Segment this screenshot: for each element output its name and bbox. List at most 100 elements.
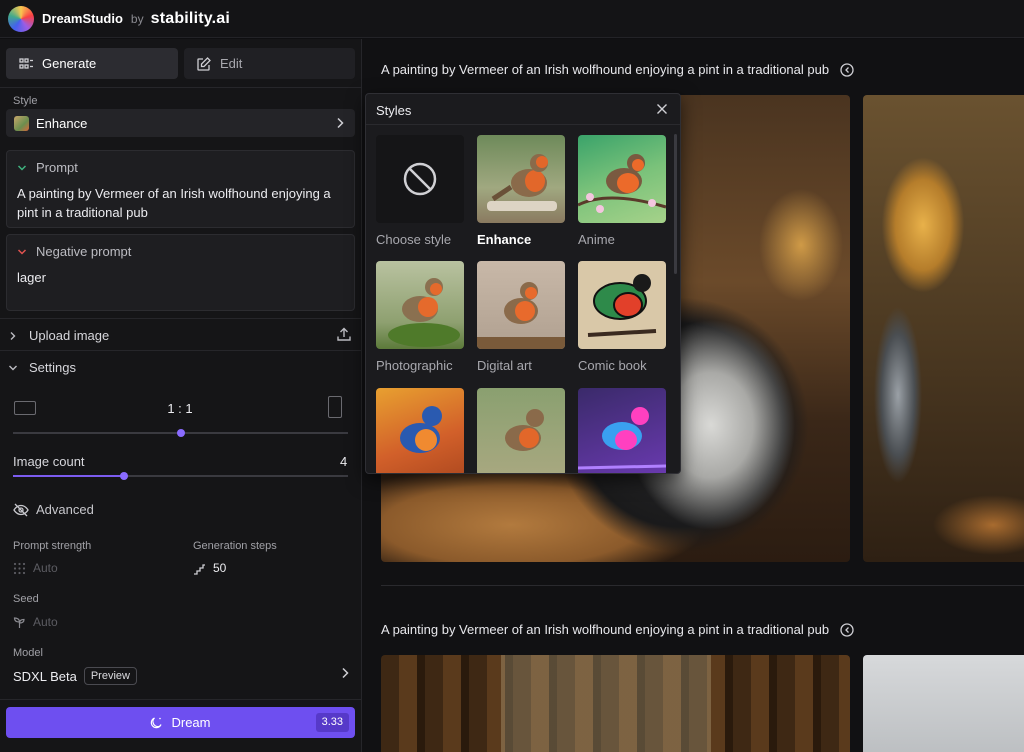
aspect-ratio-value: 1 : 1 [167,401,193,416]
robin-image [487,154,557,211]
prompt-box[interactable]: Prompt A painting by Vermeer of an Irish… [6,150,355,228]
model-selector[interactable]: SDXL Beta Preview [13,667,137,685]
prompt-label: Prompt [36,160,78,175]
style-selector[interactable]: Enhance [6,109,355,137]
moon-stars-icon [151,717,163,729]
prompt-strength-input[interactable]: Auto [13,561,58,575]
settings-header[interactable]: Settings [8,360,76,375]
style-option[interactable] [578,388,666,473]
sidebar: Generate Edit Style Enhance Prompt A pai… [0,39,362,752]
style-option-photographic[interactable] [376,261,464,349]
edit-tab[interactable]: Edit [184,48,355,79]
generation-steps-value: 50 [213,561,227,575]
style-option-label: Anime [578,232,615,247]
chevron-down-icon [17,164,27,171]
style-option-comic-book[interactable] [578,261,666,349]
image-count-slider-fill [13,475,124,477]
generation-prompt-text: A painting by Vermeer of an Irish wolfho… [381,62,830,77]
advanced-toggle[interactable]: Advanced [13,502,94,517]
prohibited-icon [403,162,437,196]
reuse-prompt-icon[interactable] [840,62,854,77]
generation-prompt-text: A painting by Vermeer of an Irish wolfho… [381,622,830,637]
negative-prompt-input[interactable]: lager [17,268,347,287]
grid-icon [19,57,33,69]
image-count-value: 4 [340,454,348,469]
style-option-label: Photographic [376,358,453,373]
divider [0,318,361,319]
styles-popup-header: Styles [366,94,680,125]
style-option-none[interactable] [376,135,464,223]
style-option-anime[interactable] [578,135,666,223]
prompt-header[interactable]: Prompt [17,160,78,175]
style-option-enhance[interactable] [477,135,565,223]
upload-image-row[interactable]: Upload image [8,328,109,343]
robin-image [388,278,460,347]
seed-input[interactable]: Auto [13,615,58,629]
styles-popup-title: Styles [376,103,412,118]
close-icon[interactable] [656,103,668,115]
dreamstudio-logo-icon[interactable] [8,5,34,32]
generated-image[interactable] [381,655,850,752]
seed-label: Seed [13,593,39,605]
divider [0,87,361,88]
prompt-strength-value: Auto [33,561,58,575]
seed-value: Auto [33,615,58,629]
model-value: SDXL Beta [13,668,77,684]
robin-image [578,407,666,470]
generation-steps-input[interactable]: 50 [193,561,226,575]
robin-image [477,282,565,349]
prompt-input[interactable]: A painting by Vermeer of an Irish wolfho… [17,184,347,222]
chevron-down-icon [17,248,27,255]
generation-prompt-title: A painting by Vermeer of an Irish wolfho… [381,622,854,637]
style-value: Enhance [36,115,88,131]
dream-cost-badge: 3.33 [315,713,349,732]
negative-prompt-box[interactable]: Negative prompt lager [6,234,355,311]
model-label: Model [13,647,43,659]
app-name: DreamStudio [42,11,123,26]
generation-steps-label: Generation steps [193,540,277,552]
preview-badge: Preview [83,667,137,685]
divider [0,350,361,351]
styles-popup: Styles Choose style Enhance Anime Photog… [365,93,681,474]
generation-prompt-title: A painting by Vermeer of an Irish wolfho… [381,62,854,77]
styles-scrollbar[interactable] [674,134,677,274]
image-count-label: Image count [13,454,85,469]
generated-image[interactable] [863,95,1024,562]
edit-icon [197,56,211,71]
seedling-icon [13,616,25,628]
style-option-label: Choose style [376,232,452,247]
style-option[interactable] [376,388,464,473]
robin-image [587,274,657,337]
top-bar: DreamStudio by stability.ai [0,0,1024,38]
reuse-prompt-icon[interactable] [840,622,854,637]
style-option[interactable] [477,388,565,473]
dots-grid-icon [13,562,26,574]
style-label: Style [13,95,38,107]
dream-button[interactable]: Dream 3.33 [6,707,355,738]
eye-off-icon [13,503,29,516]
generate-tab[interactable]: Generate [6,48,178,79]
by-text: by [130,11,144,26]
style-thumbnail [14,115,29,131]
style-option-digital-art[interactable] [477,261,565,349]
advanced-label: Advanced [36,502,94,517]
style-option-label: Digital art [477,358,532,373]
landscape-aspect-icon[interactable] [14,401,36,415]
negative-prompt-header[interactable]: Negative prompt [17,244,131,259]
robin-image [505,409,544,451]
chevron-right-icon[interactable] [338,666,352,680]
chevron-down-icon [9,365,17,370]
robin-image [578,154,666,213]
dream-label: Dream [171,715,211,730]
portrait-aspect-icon[interactable] [328,396,342,418]
company-logo: stability.ai [150,9,231,27]
edit-tab-label: Edit [220,56,243,71]
upload-image-label: Upload image [29,328,110,343]
image-count-slider-handle[interactable] [119,472,128,480]
chevron-right-icon [337,117,344,129]
upload-icon[interactable] [336,326,352,342]
style-option-label: Comic book [578,358,647,373]
generated-image[interactable] [863,655,1024,752]
prompt-strength-label: Prompt strength [13,540,92,552]
aspect-ratio-slider-handle[interactable] [176,429,185,437]
